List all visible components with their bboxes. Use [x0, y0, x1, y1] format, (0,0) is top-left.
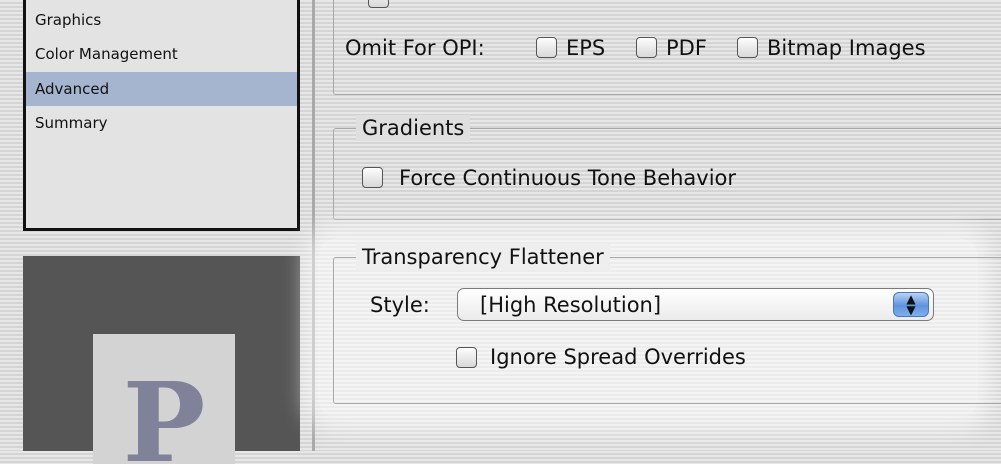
omit-bitmap-images-checkbox[interactable] [737, 37, 758, 58]
transparency-flattener-group [333, 257, 1001, 404]
category-item-graphics[interactable]: Graphics [26, 3, 297, 37]
preview-page: P [93, 334, 235, 464]
page-preview-panel: P [23, 256, 300, 464]
transparency-flattener-group-title: Transparency Flattener [356, 244, 610, 270]
force-continuous-tone-checkbox[interactable] [362, 167, 383, 188]
omit-for-opi-label: Omit For OPI: [345, 36, 485, 60]
category-item-label: Summary [35, 114, 108, 132]
category-item-label: Advanced [35, 80, 110, 98]
omit-pdf-checkbox[interactable] [636, 37, 657, 58]
style-label: Style: [370, 293, 430, 317]
ignore-spread-overrides-checkbox[interactable] [456, 347, 477, 368]
category-list: Graphics Color Management Advanced Summa… [23, 0, 300, 231]
category-item-advanced[interactable]: Advanced [26, 72, 297, 106]
flattener-style-value: [High Resolution] [480, 293, 662, 317]
omit-pdf-label: PDF [666, 36, 707, 60]
omit-eps-checkbox[interactable] [536, 37, 557, 58]
pane-divider [312, 0, 315, 451]
gradients-group-title: Gradients [356, 115, 471, 141]
flattener-style-select[interactable]: [High Resolution] ▲ ▼ [457, 288, 934, 321]
category-item-color-management[interactable]: Color Management [26, 37, 297, 71]
omit-bitmap-images-label: Bitmap Images [767, 36, 926, 60]
category-item-summary[interactable]: Summary [26, 106, 297, 140]
force-continuous-tone-label: Force Continuous Tone Behavior [399, 166, 737, 190]
ignore-spread-overrides-label: Ignore Spread Overrides [490, 345, 746, 369]
category-item-label: Color Management [35, 45, 178, 63]
popup-arrows-icon: ▲ ▼ [893, 292, 929, 317]
omit-eps-label: EPS [566, 36, 606, 60]
category-item-label: Graphics [35, 11, 102, 29]
preview-letter: P [122, 358, 206, 464]
clipped-checkbox[interactable] [368, 0, 389, 8]
